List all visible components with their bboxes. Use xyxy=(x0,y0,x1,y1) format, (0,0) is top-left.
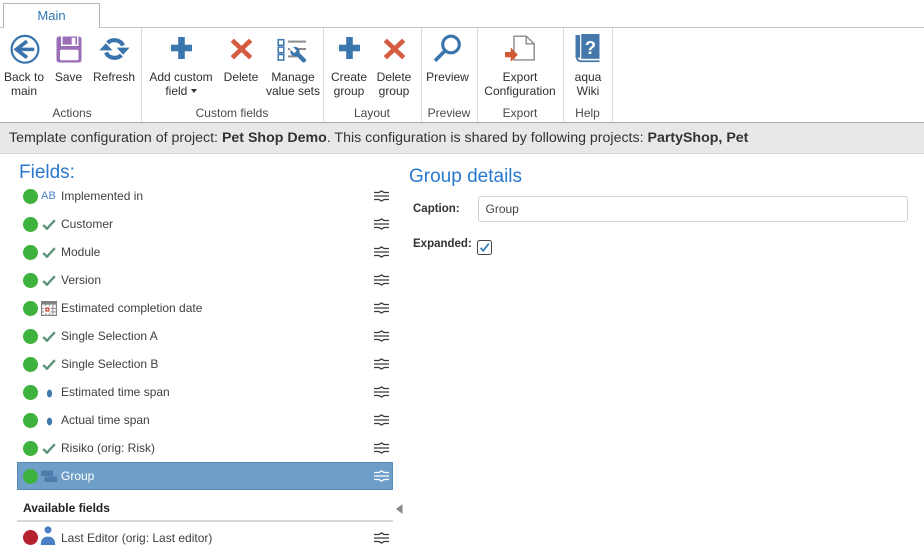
svg-text:?: ? xyxy=(585,37,596,58)
